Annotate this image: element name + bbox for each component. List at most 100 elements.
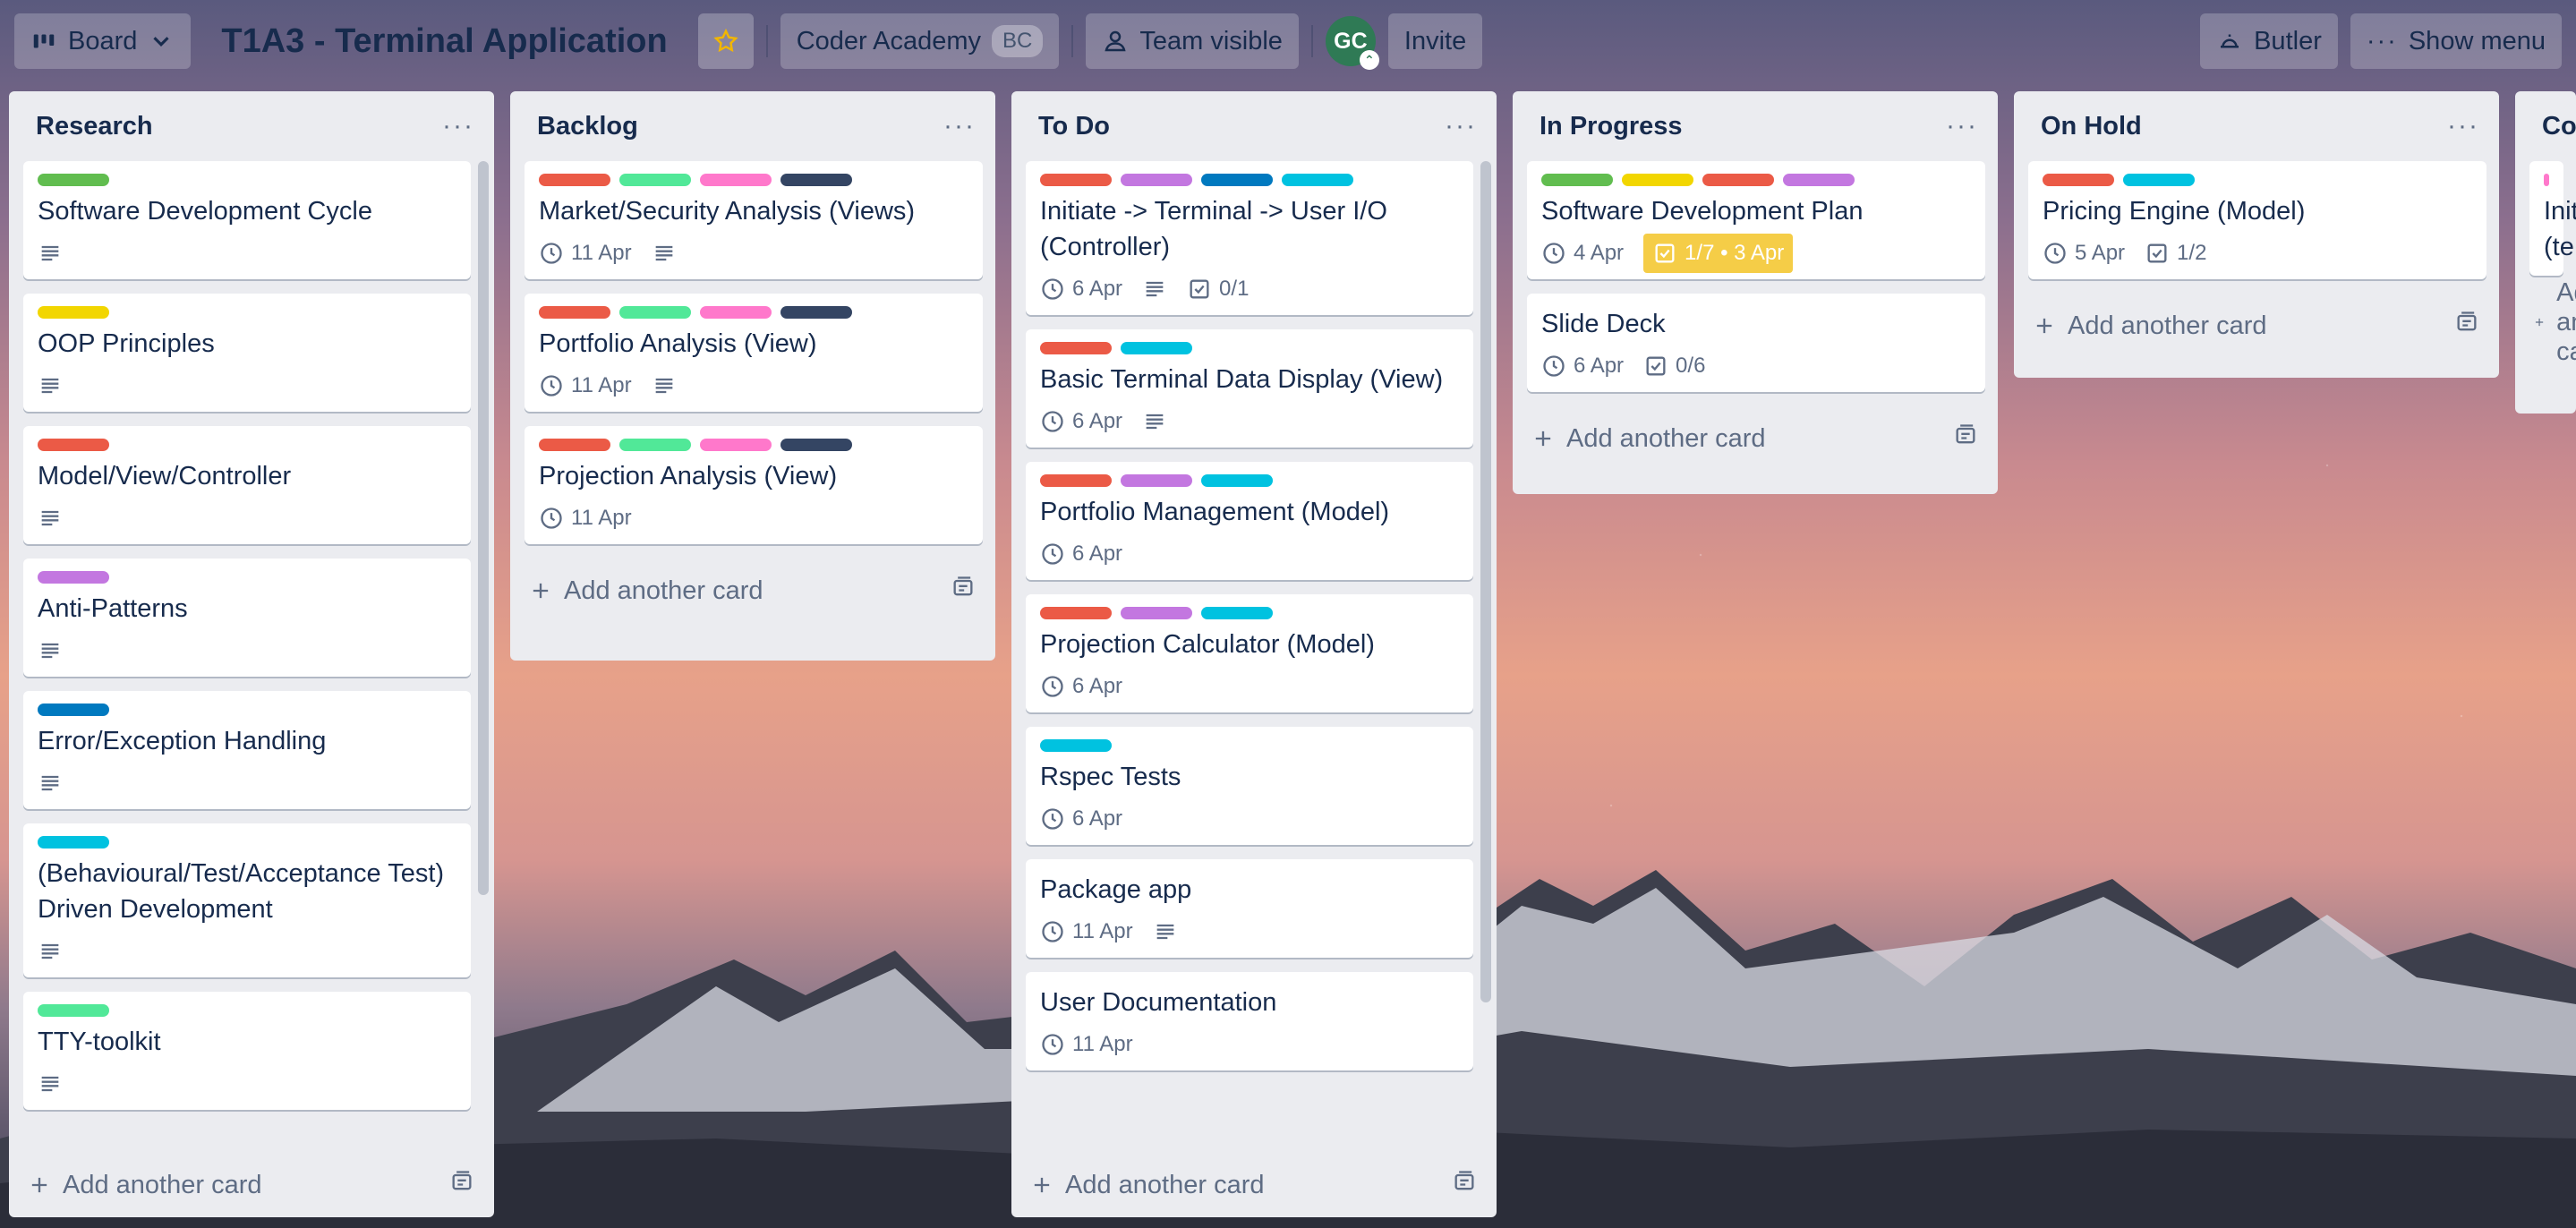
member-avatar[interactable]: GC ⌃: [1325, 16, 1379, 70]
card-list: Pricing Engine (Model) 5 Apr 1/2: [2014, 161, 2499, 279]
description-icon: [655, 245, 672, 261]
card-badges: 6 Apr: [1040, 539, 1459, 569]
card[interactable]: Pricing Engine (Model) 5 Apr 1/2: [2028, 161, 2486, 279]
butler-button[interactable]: Butler: [2200, 13, 2338, 69]
due-date-text: 11 Apr: [1072, 1032, 1133, 1056]
add-card-button[interactable]: Add another card: [1011, 1153, 1497, 1217]
header-divider: [1310, 25, 1313, 57]
due-date-badge[interactable]: 4 Apr: [1541, 241, 1624, 266]
list-menu-icon[interactable]: ···: [2447, 111, 2479, 141]
card-template-icon: [1956, 424, 1975, 444]
show-menu-button[interactable]: ··· Show menu: [2350, 13, 2562, 69]
card[interactable]: Basic Terminal Data Display (View) 6 Apr: [1026, 329, 1473, 448]
list-title[interactable]: Co: [2542, 112, 2576, 141]
checklist-due-badge[interactable]: 1/7 • 3 Apr: [1643, 234, 1794, 273]
due-date-badge[interactable]: 11 Apr: [539, 506, 632, 531]
card-label: [38, 1004, 109, 1017]
create-from-template-button[interactable]: [2454, 310, 2479, 342]
card-label: [700, 174, 772, 186]
star-button[interactable]: [697, 13, 754, 69]
due-date-badge[interactable]: 11 Apr: [539, 373, 632, 398]
card-label: [1282, 174, 1353, 186]
add-card-button[interactable]: Add another card: [2515, 278, 2576, 366]
card[interactable]: Market/Security Analysis (Views) 11 Apr: [525, 161, 983, 279]
card[interactable]: Software Development Cycle: [23, 161, 471, 279]
list-menu-icon[interactable]: ···: [1946, 111, 1978, 141]
board-title[interactable]: T1A3 - Terminal Application: [203, 22, 685, 61]
add-card-button[interactable]: Add another card: [9, 1153, 494, 1217]
due-date-badge[interactable]: 6 Apr: [1040, 674, 1122, 699]
board-switcher-button[interactable]: Board: [14, 13, 192, 69]
due-date-badge[interactable]: 6 Apr: [1040, 277, 1122, 302]
card[interactable]: Software Development Plan 4 Apr 1/7 • 3 Ap…: [1527, 161, 1985, 279]
card-title: Market/Security Analysis (Views): [539, 197, 916, 226]
card[interactable]: OOP Principles: [23, 294, 471, 412]
card-label: [1541, 174, 1613, 186]
list-menu-icon[interactable]: ···: [442, 111, 474, 141]
due-date-badge[interactable]: 6 Apr: [1040, 542, 1122, 567]
add-card-button[interactable]: Add another card: [2014, 294, 2499, 358]
card[interactable]: Model/View/Controller: [23, 426, 471, 544]
invite-button[interactable]: Invite: [1387, 13, 1483, 69]
add-card-button[interactable]: Add another card: [510, 559, 995, 623]
card-labels: [38, 306, 456, 319]
card[interactable]: User Documentation 11 Apr: [1026, 972, 1473, 1070]
add-card-left: Add another card: [27, 1171, 261, 1200]
due-date-badge[interactable]: 11 Apr: [1040, 1032, 1133, 1057]
add-card-left: Add another card: [2533, 278, 2576, 367]
card-label: [38, 836, 109, 849]
list-title[interactable]: Backlog: [537, 112, 638, 141]
card[interactable]: Init (te: [2529, 161, 2576, 276]
list-menu-icon[interactable]: ···: [943, 111, 976, 141]
card[interactable]: Projection Calculator (Model) 6 Apr: [1026, 594, 1473, 712]
due-date-badge[interactable]: 5 Apr: [2043, 241, 2125, 266]
create-from-template-button[interactable]: [1452, 1169, 1477, 1201]
list-title[interactable]: In Progress: [1540, 112, 1683, 141]
list-title[interactable]: To Do: [1038, 112, 1110, 141]
card-badges: 11 Apr: [1040, 1029, 1459, 1060]
workspace-button[interactable]: Coder Academy BC: [780, 13, 1060, 69]
create-from-template-button[interactable]: [951, 575, 976, 607]
card-labels: [1040, 474, 1459, 487]
due-date-badge[interactable]: 11 Apr: [539, 241, 632, 266]
list-scrollbar[interactable]: [478, 161, 489, 895]
card-title: Projection Analysis (View): [539, 462, 838, 490]
card-title: Init (te: [2544, 197, 2576, 261]
list-column: Co··· Init (te Add another card: [2515, 91, 2576, 414]
plus-icon: [533, 583, 549, 599]
plus-icon: [2036, 318, 2052, 334]
visibility-button[interactable]: Team visible: [1086, 13, 1299, 69]
due-date-badge[interactable]: 6 Apr: [1040, 806, 1122, 831]
card-badges: [38, 936, 456, 967]
card[interactable]: Slide Deck 6 Apr 0/6: [1527, 294, 1985, 392]
header-divider: [765, 25, 768, 57]
card[interactable]: Anti-Patterns: [23, 559, 471, 677]
description-badge: [38, 638, 63, 663]
card-labels: [38, 439, 456, 451]
card-label: [1040, 342, 1112, 354]
card[interactable]: TTY-toolkit: [23, 992, 471, 1110]
card[interactable]: Portfolio Analysis (View) 11 Apr: [525, 294, 983, 412]
create-from-template-button[interactable]: [449, 1169, 474, 1201]
show-menu-label: Show menu: [2408, 26, 2546, 55]
card-label: [2544, 174, 2549, 186]
list-menu-icon[interactable]: ···: [1445, 111, 1477, 141]
card[interactable]: Initiate -> Terminal -> User I/O (Contro…: [1026, 161, 1473, 315]
create-from-template-button[interactable]: [1953, 422, 1978, 455]
due-date-badge[interactable]: 6 Apr: [1040, 409, 1122, 434]
card[interactable]: Projection Analysis (View) 11 Apr: [525, 426, 983, 544]
checklist-badge: 1/2: [2145, 241, 2206, 266]
card[interactable]: (Behavioural/Test/Acceptance Test) Drive…: [23, 823, 471, 977]
due-date-clock-icon: [1042, 676, 1063, 697]
list-title[interactable]: On Hold: [2041, 112, 2142, 141]
card[interactable]: Error/Exception Handling: [23, 691, 471, 809]
due-date-badge[interactable]: 11 Apr: [1040, 919, 1133, 944]
list-title[interactable]: Research: [36, 112, 153, 141]
card[interactable]: Portfolio Management (Model) 6 Apr: [1026, 462, 1473, 580]
card-title: TTY-toolkit: [38, 1028, 161, 1056]
list-scrollbar[interactable]: [1480, 161, 1491, 1002]
card[interactable]: Rspec Tests 6 Apr: [1026, 727, 1473, 845]
card[interactable]: Package app 11 Apr: [1026, 859, 1473, 958]
due-date-badge[interactable]: 6 Apr: [1541, 354, 1624, 379]
add-card-button[interactable]: Add another card: [1513, 406, 1998, 471]
